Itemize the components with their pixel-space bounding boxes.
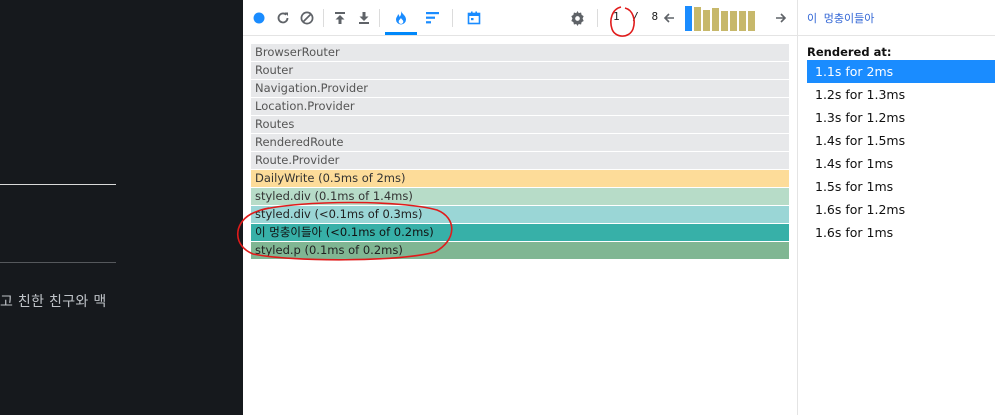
page-body-text: 고 친한 친구와 맥 — [0, 294, 107, 310]
separator — [379, 9, 380, 27]
app-page-background: 고 친한 친구와 맥 — [0, 0, 243, 415]
details-header: 이 멍충이들아 — [798, 0, 995, 36]
flamegraph-node[interactable]: styled.div (<0.1ms of 0.3ms) — [251, 206, 789, 223]
load-profile-icon[interactable] — [330, 8, 350, 28]
flamegraph-node[interactable]: styled.p (0.1ms of 0.2ms) — [251, 242, 789, 259]
flamegraph-node[interactable]: BrowserRouter — [251, 44, 789, 61]
clear-icon[interactable] — [297, 8, 317, 28]
commit-index: 1 — [613, 10, 620, 23]
flamegraph-node[interactable]: Navigation.Provider — [251, 80, 789, 97]
commit-bar[interactable] — [703, 10, 710, 31]
flamegraph-node[interactable]: styled.div (0.1ms of 1.4ms) — [251, 188, 789, 205]
separator — [323, 9, 324, 27]
active-tab-indicator — [385, 32, 417, 35]
flamegraph-node[interactable]: Location.Provider — [251, 98, 789, 115]
commit-bar[interactable] — [730, 11, 737, 31]
rendered-at-label: Rendered at: — [807, 45, 892, 59]
record-icon[interactable] — [249, 8, 269, 28]
selected-component-name: 이 멍충이들아 — [807, 12, 875, 25]
commit-selector-chart[interactable] — [685, 6, 761, 31]
render-list: 1.1s for 2ms 1.2s for 1.3ms 1.3s for 1.2ms… — [807, 60, 995, 244]
commit-bar[interactable] — [694, 7, 701, 31]
commit-bar[interactable] — [748, 11, 755, 31]
render-list-item[interactable]: 1.3s for 1.2ms — [807, 106, 995, 129]
next-commit-icon[interactable] — [771, 8, 791, 28]
flamegraph-node[interactable]: Route.Provider — [251, 152, 789, 169]
divider — [0, 262, 116, 263]
commit-bar[interactable] — [721, 11, 728, 31]
component-details-panel: 이 멍충이들아 Rendered at: 1.1s for 2ms 1.2s fo… — [797, 0, 995, 415]
separator — [452, 9, 453, 27]
ranked-chart-icon[interactable] — [423, 8, 443, 28]
render-list-item[interactable]: 1.4s for 1ms — [807, 152, 995, 175]
commit-bar[interactable] — [739, 11, 746, 31]
settings-icon[interactable] — [567, 8, 587, 28]
flamegraph-node[interactable]: DailyWrite (0.5ms of 2ms) — [251, 170, 789, 187]
render-list-item[interactable]: 1.5s for 1ms — [807, 175, 995, 198]
profiler-toolbar: 1 / 8 — [243, 0, 797, 36]
react-devtools-profiler: 1 / 8 BrowserRouter Router Navigation.Prov… — [237, 0, 995, 415]
save-profile-icon[interactable] — [354, 8, 374, 28]
render-list-item[interactable]: 1.6s for 1.2ms — [807, 198, 995, 221]
separator — [597, 9, 598, 27]
flamegraph-node[interactable]: Routes — [251, 116, 789, 133]
prev-commit-icon[interactable] — [659, 8, 679, 28]
commit-counter: 1 / 8 — [613, 10, 658, 23]
flamegraph-node[interactable]: RenderedRoute — [251, 134, 789, 151]
render-list-item[interactable]: 1.4s for 1.5ms — [807, 129, 995, 152]
flamegraph-icon[interactable] — [391, 8, 411, 28]
commit-separator: / — [632, 10, 639, 23]
commit-total: 8 — [651, 10, 659, 23]
render-list-item[interactable]: 1.1s for 2ms — [807, 60, 995, 83]
timeline-icon[interactable] — [464, 8, 484, 28]
flamegraph-node[interactable]: Router — [251, 62, 789, 79]
reload-icon[interactable] — [273, 8, 293, 28]
render-list-item[interactable]: 1.6s for 1ms — [807, 221, 995, 244]
render-list-item[interactable]: 1.2s for 1.3ms — [807, 83, 995, 106]
divider — [0, 184, 116, 185]
flamegraph-node[interactable]: 이 멍충이들아 (<0.1ms of 0.2ms) — [251, 224, 789, 241]
commit-bar[interactable] — [712, 8, 719, 31]
commit-bar-selected[interactable] — [685, 6, 692, 31]
